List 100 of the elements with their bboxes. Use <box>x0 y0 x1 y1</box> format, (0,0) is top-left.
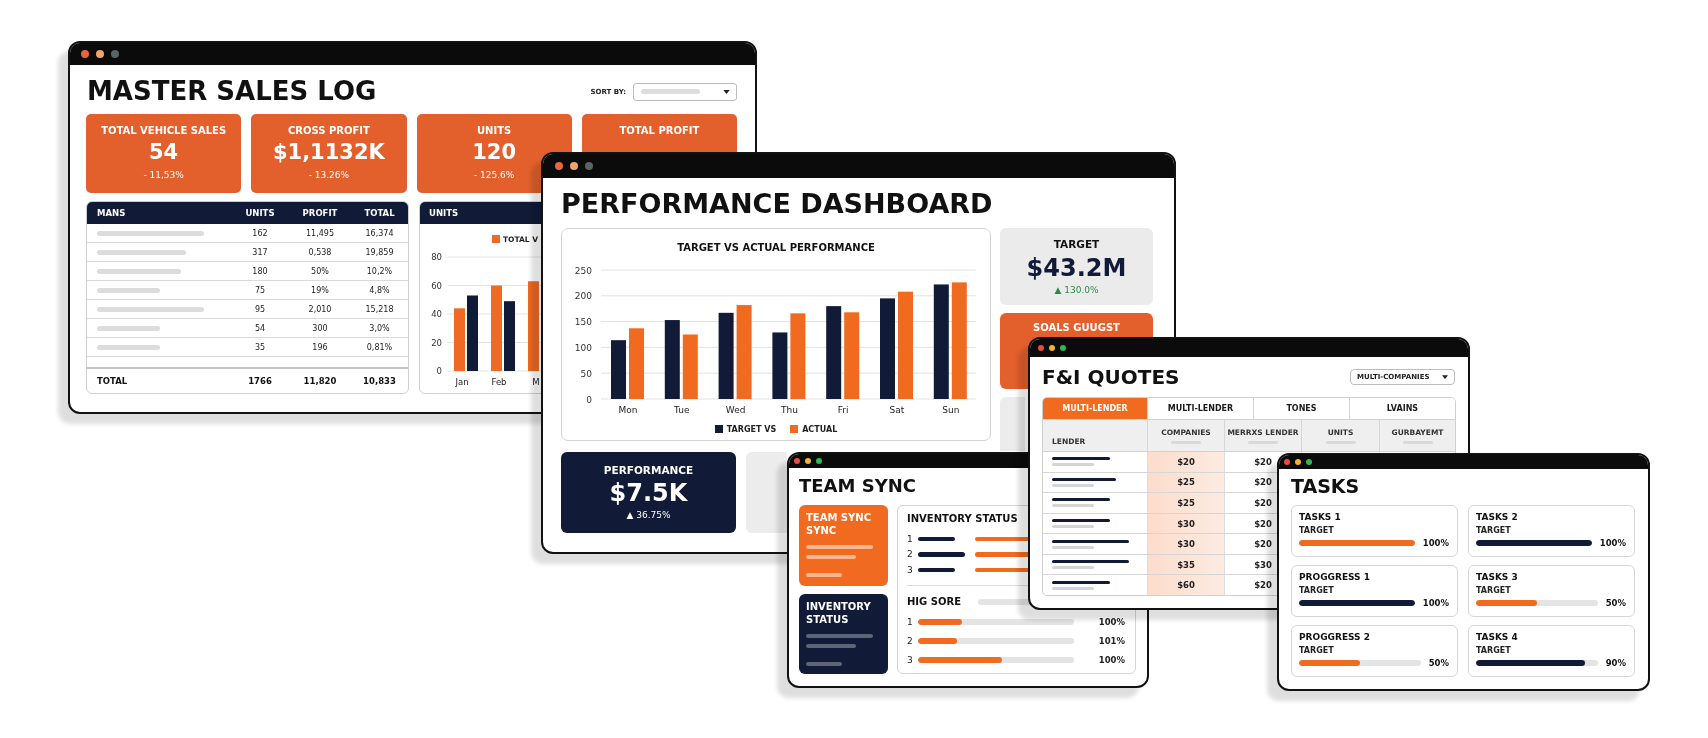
window-dot-icon[interactable] <box>1038 345 1044 351</box>
tab[interactable]: LVAINS <box>1350 398 1455 420</box>
stat-change: - 13.26% <box>308 169 350 182</box>
task-title: TASKS 2 <box>1476 511 1518 524</box>
window-dot-icon[interactable] <box>1060 345 1066 351</box>
task-title: TASKS 1 <box>1299 511 1341 524</box>
tab[interactable]: TONES <box>1254 398 1350 420</box>
placeholder-bar <box>1052 477 1116 481</box>
kpi-value: $43.2M <box>1026 254 1127 282</box>
task-label: TARGET <box>1299 525 1334 536</box>
card-title: TEAM SYNC SYNC <box>806 511 872 537</box>
placeholder-bar <box>806 633 873 638</box>
kpi-change: ▲ 130.0% <box>1054 284 1099 297</box>
stat-label: CROSS PROFIT <box>287 124 370 137</box>
placeholder-bar <box>1052 566 1094 570</box>
table-cell-text: 1766 <box>247 376 273 386</box>
task-title: PROGGRESS 2 <box>1299 631 1370 644</box>
table-cell-text: 300 <box>311 323 329 333</box>
table-cell-text: 0,538 <box>307 247 333 257</box>
placeholder-bar <box>918 552 965 557</box>
x-axis-label: Thu <box>780 405 798 415</box>
window-dot-icon[interactable] <box>794 458 800 464</box>
kpi-value: $7.5K <box>609 479 688 507</box>
row-number: 1 <box>907 533 914 544</box>
x-axis-label: Sat <box>889 405 905 415</box>
window-dot-icon[interactable] <box>1049 345 1055 351</box>
chart-bar <box>611 340 626 399</box>
chart-bar <box>454 308 465 371</box>
placeholder-bar <box>97 287 160 293</box>
placeholder-bar <box>806 643 856 648</box>
row-number: 3 <box>907 564 914 575</box>
y-axis-label: 60 <box>431 280 442 291</box>
placeholder-bar <box>918 567 955 572</box>
window-dot-icon[interactable] <box>816 458 822 464</box>
x-axis-label: Mon <box>618 405 638 415</box>
window-dot-icon[interactable] <box>585 162 593 170</box>
x-axis-label: Wed <box>725 405 746 415</box>
stat-value: $1,1132K <box>272 139 385 165</box>
y-axis-label: 200 <box>574 291 592 302</box>
window-dot-icon[interactable] <box>81 50 89 58</box>
task-label: TARGET <box>1476 645 1511 656</box>
placeholder-bar <box>1052 463 1094 467</box>
window-dot-icon[interactable] <box>1295 459 1301 465</box>
placeholder-bar <box>1052 457 1110 461</box>
caret-down-icon <box>723 89 730 94</box>
chart-bar <box>772 332 788 399</box>
placeholder-bar <box>1052 504 1094 508</box>
window-dot-icon[interactable] <box>555 162 563 170</box>
table-cell: $30 <box>1148 513 1225 534</box>
tab[interactable]: MULTI-LENDER <box>1148 398 1254 420</box>
placeholder-bar <box>97 344 160 350</box>
x-axis-label: Sun <box>942 405 960 415</box>
card-title: SOALS GUUGST <box>1033 321 1120 334</box>
row-number: 1 <box>907 617 914 627</box>
stat-change: - 125.6% <box>473 169 515 182</box>
section-title: HIG SORE <box>907 594 961 609</box>
stat-value: 120 <box>472 139 517 165</box>
progress-value: 50% <box>1605 598 1626 608</box>
legend-label: ACTUAL <box>802 424 838 434</box>
window-dot-icon[interactable] <box>111 50 119 58</box>
task-title: TASKS 4 <box>1476 631 1518 644</box>
table-cell-text: 75 <box>253 285 267 295</box>
legend-swatch-icon <box>790 425 799 433</box>
progress-value: 101% <box>1098 636 1125 646</box>
task-label: TARGET <box>1476 585 1511 596</box>
progress-value: 100% <box>1599 538 1626 548</box>
table-cell-text: 11,495 <box>305 228 335 238</box>
stat-label: TOTAL VEHICLE SALES <box>101 124 227 137</box>
window-dot-icon[interactable] <box>570 162 578 170</box>
chart-bar <box>504 301 515 371</box>
table-cell-text: 95 <box>253 304 267 314</box>
placeholder-bar <box>1052 580 1110 584</box>
task-title: TASKS 3 <box>1476 571 1518 584</box>
placeholder-bar <box>806 661 842 666</box>
window-dot-icon[interactable] <box>1306 459 1312 465</box>
placeholder-bar <box>1052 498 1110 502</box>
x-axis-label: Fri <box>837 405 849 415</box>
y-axis-label: 150 <box>574 317 592 328</box>
stat-change: - 11,53% <box>143 169 184 182</box>
table-cell: $30 <box>1148 534 1225 554</box>
x-axis-label: Tue <box>674 405 690 415</box>
table-cell-text: 54 <box>253 323 267 333</box>
table-cell: $25 <box>1148 493 1225 513</box>
placeholder-bar <box>806 555 856 559</box>
y-axis-label: 40 <box>431 309 442 319</box>
window-dot-icon[interactable] <box>805 458 811 464</box>
table-cell-text: 317 <box>251 247 269 257</box>
window-title: MASTER SALES LOG <box>87 76 377 107</box>
x-axis-label: M <box>532 377 540 387</box>
progress-value: 100% <box>1422 598 1449 608</box>
placeholder-bar <box>806 545 873 549</box>
window-title: F&I QUOTES <box>1042 365 1180 389</box>
window-dot-icon[interactable] <box>96 50 104 58</box>
placeholder-bar <box>1052 586 1094 590</box>
window-dot-icon[interactable] <box>1284 459 1290 465</box>
total-label: TOTAL <box>96 376 129 386</box>
task-label: TARGET <box>1476 525 1511 536</box>
caret-down-icon <box>1442 375 1448 379</box>
progress-value: 100% <box>1422 538 1449 548</box>
progress-value: 100% <box>1098 655 1125 665</box>
